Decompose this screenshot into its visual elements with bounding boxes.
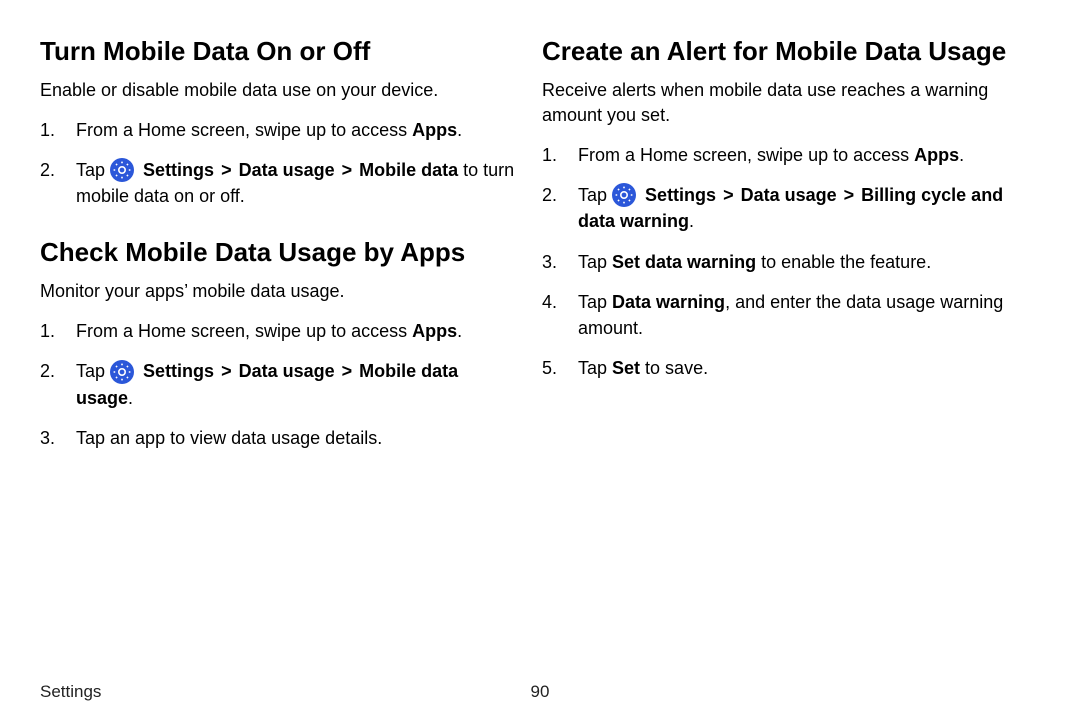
step-item: Tap Data warning, and enter the data usa… — [542, 289, 1030, 341]
step-item: Tap Settings > Data usage > Mobile data … — [40, 358, 518, 410]
bold-text: Settings — [143, 160, 214, 180]
step-text: . — [457, 321, 462, 341]
heading-check-usage: Check Mobile Data Usage by Apps — [40, 237, 518, 269]
bold-text: Data usage — [239, 361, 335, 381]
bold-text: Set — [612, 358, 640, 378]
page-number: 90 — [531, 682, 550, 702]
step-text: Tap — [76, 361, 110, 381]
step-text: Tap — [578, 358, 612, 378]
breadcrumb-sep: > — [335, 160, 360, 180]
step-text: . — [457, 120, 462, 140]
step-text: From a Home screen, swipe up to access — [76, 120, 412, 140]
bold-text: Data usage — [741, 185, 837, 205]
steps-list: From a Home screen, swipe up to access A… — [40, 117, 518, 209]
bold-text: Apps — [914, 145, 959, 165]
bold-text: Data usage — [239, 160, 335, 180]
heading-create-alert: Create an Alert for Mobile Data Usage — [542, 36, 1030, 68]
step-text: to save. — [640, 358, 708, 378]
step-text: From a Home screen, swipe up to access — [76, 321, 412, 341]
settings-icon — [110, 158, 134, 182]
step-item: Tap Settings > Data usage > Billing cycl… — [542, 182, 1030, 234]
footer-section-label: Settings — [40, 682, 101, 702]
breadcrumb-sep: > — [335, 361, 360, 381]
intro-text: Monitor your apps’ mobile data usage. — [40, 279, 518, 304]
bold-text: Set data warning — [612, 252, 756, 272]
step-item: Tap an app to view data usage details. — [40, 425, 518, 451]
breadcrumb-sep: > — [716, 185, 741, 205]
breadcrumb-sep: > — [837, 185, 862, 205]
step-text: to enable the feature. — [756, 252, 931, 272]
step-item: Tap Set data warning to enable the featu… — [542, 249, 1030, 275]
step-text: Tap — [578, 185, 612, 205]
bold-text: Mobile data — [359, 160, 458, 180]
settings-icon — [110, 360, 134, 384]
intro-text: Enable or disable mobile data use on you… — [40, 78, 518, 103]
step-item: Tap Set to save. — [542, 355, 1030, 381]
page-footer: Settings 90 — [40, 682, 1040, 702]
step-item: From a Home screen, swipe up to access A… — [40, 318, 518, 344]
breadcrumb-sep: > — [214, 160, 239, 180]
step-text: Tap — [578, 252, 612, 272]
heading-turn-mobile-data: Turn Mobile Data On or Off — [40, 36, 518, 68]
step-text: Tap an app to view data usage details. — [76, 428, 382, 448]
step-text: From a Home screen, swipe up to access — [578, 145, 914, 165]
intro-text: Receive alerts when mobile data use reac… — [542, 78, 1030, 128]
step-text: Tap — [76, 160, 110, 180]
step-text: . — [128, 388, 133, 408]
steps-list: From a Home screen, swipe up to access A… — [40, 318, 518, 451]
manual-page: Turn Mobile Data On or Off Enable or dis… — [0, 0, 1080, 720]
bold-text: Apps — [412, 120, 457, 140]
right-column: Create an Alert for Mobile Data Usage Re… — [540, 36, 1040, 700]
breadcrumb-sep: > — [214, 361, 239, 381]
step-text: Tap — [578, 292, 612, 312]
steps-list: From a Home screen, swipe up to access A… — [542, 142, 1030, 381]
step-text: . — [959, 145, 964, 165]
bold-text: Settings — [143, 361, 214, 381]
settings-icon — [612, 183, 636, 207]
left-column: Turn Mobile Data On or Off Enable or dis… — [40, 36, 540, 700]
bold-text: Settings — [645, 185, 716, 205]
step-item: Tap Settings > Data usage > Mobile data … — [40, 157, 518, 209]
step-item: From a Home screen, swipe up to access A… — [40, 117, 518, 143]
bold-text: Apps — [412, 321, 457, 341]
step-item: From a Home screen, swipe up to access A… — [542, 142, 1030, 168]
step-text: . — [689, 211, 694, 231]
bold-text: Data warning — [612, 292, 725, 312]
